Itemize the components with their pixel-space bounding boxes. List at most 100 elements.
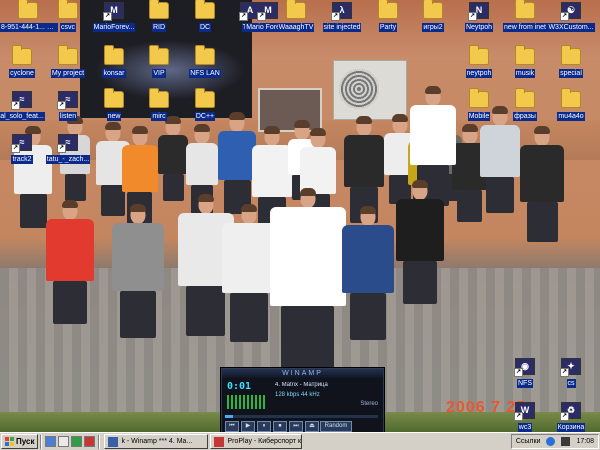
desktop-icon-label: cs [566,379,576,388]
folder-icon [515,45,535,65]
desktop-icon[interactable]: mu4a4o [543,88,599,126]
winamp-title-bar[interactable]: WINAMP [222,369,383,378]
taskbar-tasks: k - Winamp *** 4. Ma... ProPlay - Киберсп… [102,434,303,449]
winamp-shortcut-icon: ≈ [57,91,78,110]
folder-icon [58,45,78,65]
winamp-player[interactable]: WINAMP 0:01 4. Matrix - Матрица 128 kbps… [221,368,384,434]
winamp-khz: 44 [301,392,308,398]
winamp-seek-fill [225,415,233,418]
taskbar-task-label: ProPlay - Киберспорт к... [227,438,303,445]
taskbar-separator [98,434,101,449]
half-life-shortcut-icon: λ [331,2,352,21]
quick-launch-desktop-icon[interactable] [58,436,70,447]
desktop-icon[interactable]: ☯ W3XCustom... [543,2,599,37]
recycle-bin-icon: ♻ [560,402,581,421]
links-toolbar[interactable]: Ссылки [516,438,541,445]
folder-icon [58,0,78,19]
desktop-icon-label: konsar [102,69,126,78]
network-tray-icon[interactable] [546,437,556,446]
desktop-icon-label: cyclone [9,69,35,78]
winamp-seek-bar[interactable] [225,415,378,418]
winamp-task-icon [108,436,119,447]
winamp-shortcut-icon: ≈ [57,134,78,153]
desktop-icon-label: игры2 [422,23,444,32]
winamp-shortcut-icon: ≈ [11,91,32,110]
warcraft-shortcut-icon: W [514,402,535,421]
folder-icon [195,88,215,108]
winamp-stereo-indicator: Stereo [360,401,378,407]
desktop-icon-label: track2 [11,155,33,164]
desktop-icon-label: DC [198,23,212,32]
winamp-control-button[interactable]: ⏹ [273,421,287,432]
folder-icon [378,0,398,19]
winamp-bitrate: 128 kbps 44 kHz [275,392,320,398]
folder-icon [561,88,581,108]
desktop-icon[interactable]: DC++ [177,88,233,126]
folder-icon [561,45,581,65]
quick-launch-ie-icon[interactable] [45,436,57,447]
desktop-icon-label: special [559,69,583,78]
desktop-icon-label: mirc [151,112,167,121]
winamp-time[interactable]: 0:01 [227,381,251,392]
taskbar-separator [40,434,43,449]
taskbar-task-button[interactable]: ProPlay - Киберспорт к... [210,434,303,449]
desktop-icon-label: site injected [322,23,362,32]
counter-strike-shortcut-icon: ✦ [560,358,581,377]
winamp-control-button[interactable]: ⏭ [289,421,303,432]
desktop-icon-label: listen [58,112,78,121]
folder-icon [423,0,443,19]
desktop-icon-label: Mobile [467,112,491,121]
quick-launch-opera-icon[interactable] [84,436,96,447]
folder-icon [469,45,489,65]
winamp-control-button[interactable]: ▶ [241,421,255,432]
desktop-icon-label: W3XCustom... [547,23,595,32]
desktop-icon-label: neytpoh [465,69,493,78]
desktop-icon-label: фразы [513,112,537,121]
desktop-icon-label: musik [514,69,536,78]
system-tray: Ссылки 17:08 [510,434,599,449]
taskbar-task-button[interactable]: k - Winamp *** 4. Ma... [104,434,209,449]
folder-icon [149,0,169,19]
desktop-icon-label: csvc [60,23,76,32]
document-shortcut-icon: N [468,2,489,21]
desktop-icon[interactable]: special [543,45,599,83]
quick-launch-media-icon[interactable] [71,436,83,447]
desktop-icon-label: DC++ [194,112,216,121]
desktop-icon-label: NFS LAN [189,69,221,78]
desktop-icon-label: Party [378,23,398,32]
desktop-icon-label: Корзина [556,423,586,432]
start-button[interactable]: Пуск [1,434,39,449]
winamp-random-button[interactable]: Random [320,421,352,432]
folder-icon [515,88,535,108]
taskbar: Пуск k - Winamp *** 4. Ma... ProPlay - Ки… [0,432,600,450]
desktop-icon-label: new [106,112,122,121]
folder-icon [12,45,32,65]
folder-icon [18,0,38,19]
winamp-control-button[interactable]: ⏮ [225,421,239,432]
desktop-icon[interactable]: ✦ cs [543,358,599,393]
clock[interactable]: 17:08 [576,438,594,445]
winamp-control-button[interactable]: ⏸ [257,421,271,432]
winamp-control-button[interactable]: ⏏ [305,421,319,432]
folder-icon [286,0,306,19]
desktop-icon-label: new from inet [502,23,548,32]
folder-icon [195,0,215,19]
winamp-visualizer[interactable] [227,395,267,409]
volume-tray-icon[interactable] [561,437,571,446]
desktop-icon-label: VIP [152,69,166,78]
folder-icon [104,88,124,108]
yin-yang-shortcut-icon: ☯ [560,2,581,21]
folder-icon [149,88,169,108]
desktop-icon-label: wc3 [517,423,533,432]
winamp-controls: ⏮ ▶ ⏸ ⏹ ⏭ ⏏ [225,421,319,432]
desktop-icon[interactable]: ≈ tatu_-_zach... [40,134,96,169]
winamp-display: 0:01 4. Matrix - Матрица 128 kbps 44 kHz… [225,381,378,415]
desktop-icon-label: mu4a4o [557,112,585,121]
folder-icon [469,88,489,108]
wallpaper-aircon-fan [339,69,379,109]
desktop-icon-label: al_solo_feat... [0,112,45,121]
winamp-shortcut-icon: ≈ [11,134,32,153]
desktop-icon[interactable]: NFS LAN [177,45,233,83]
desktop-icon-label: MarioForev... [92,23,136,32]
desktop-icon-label: NFS [517,379,533,388]
